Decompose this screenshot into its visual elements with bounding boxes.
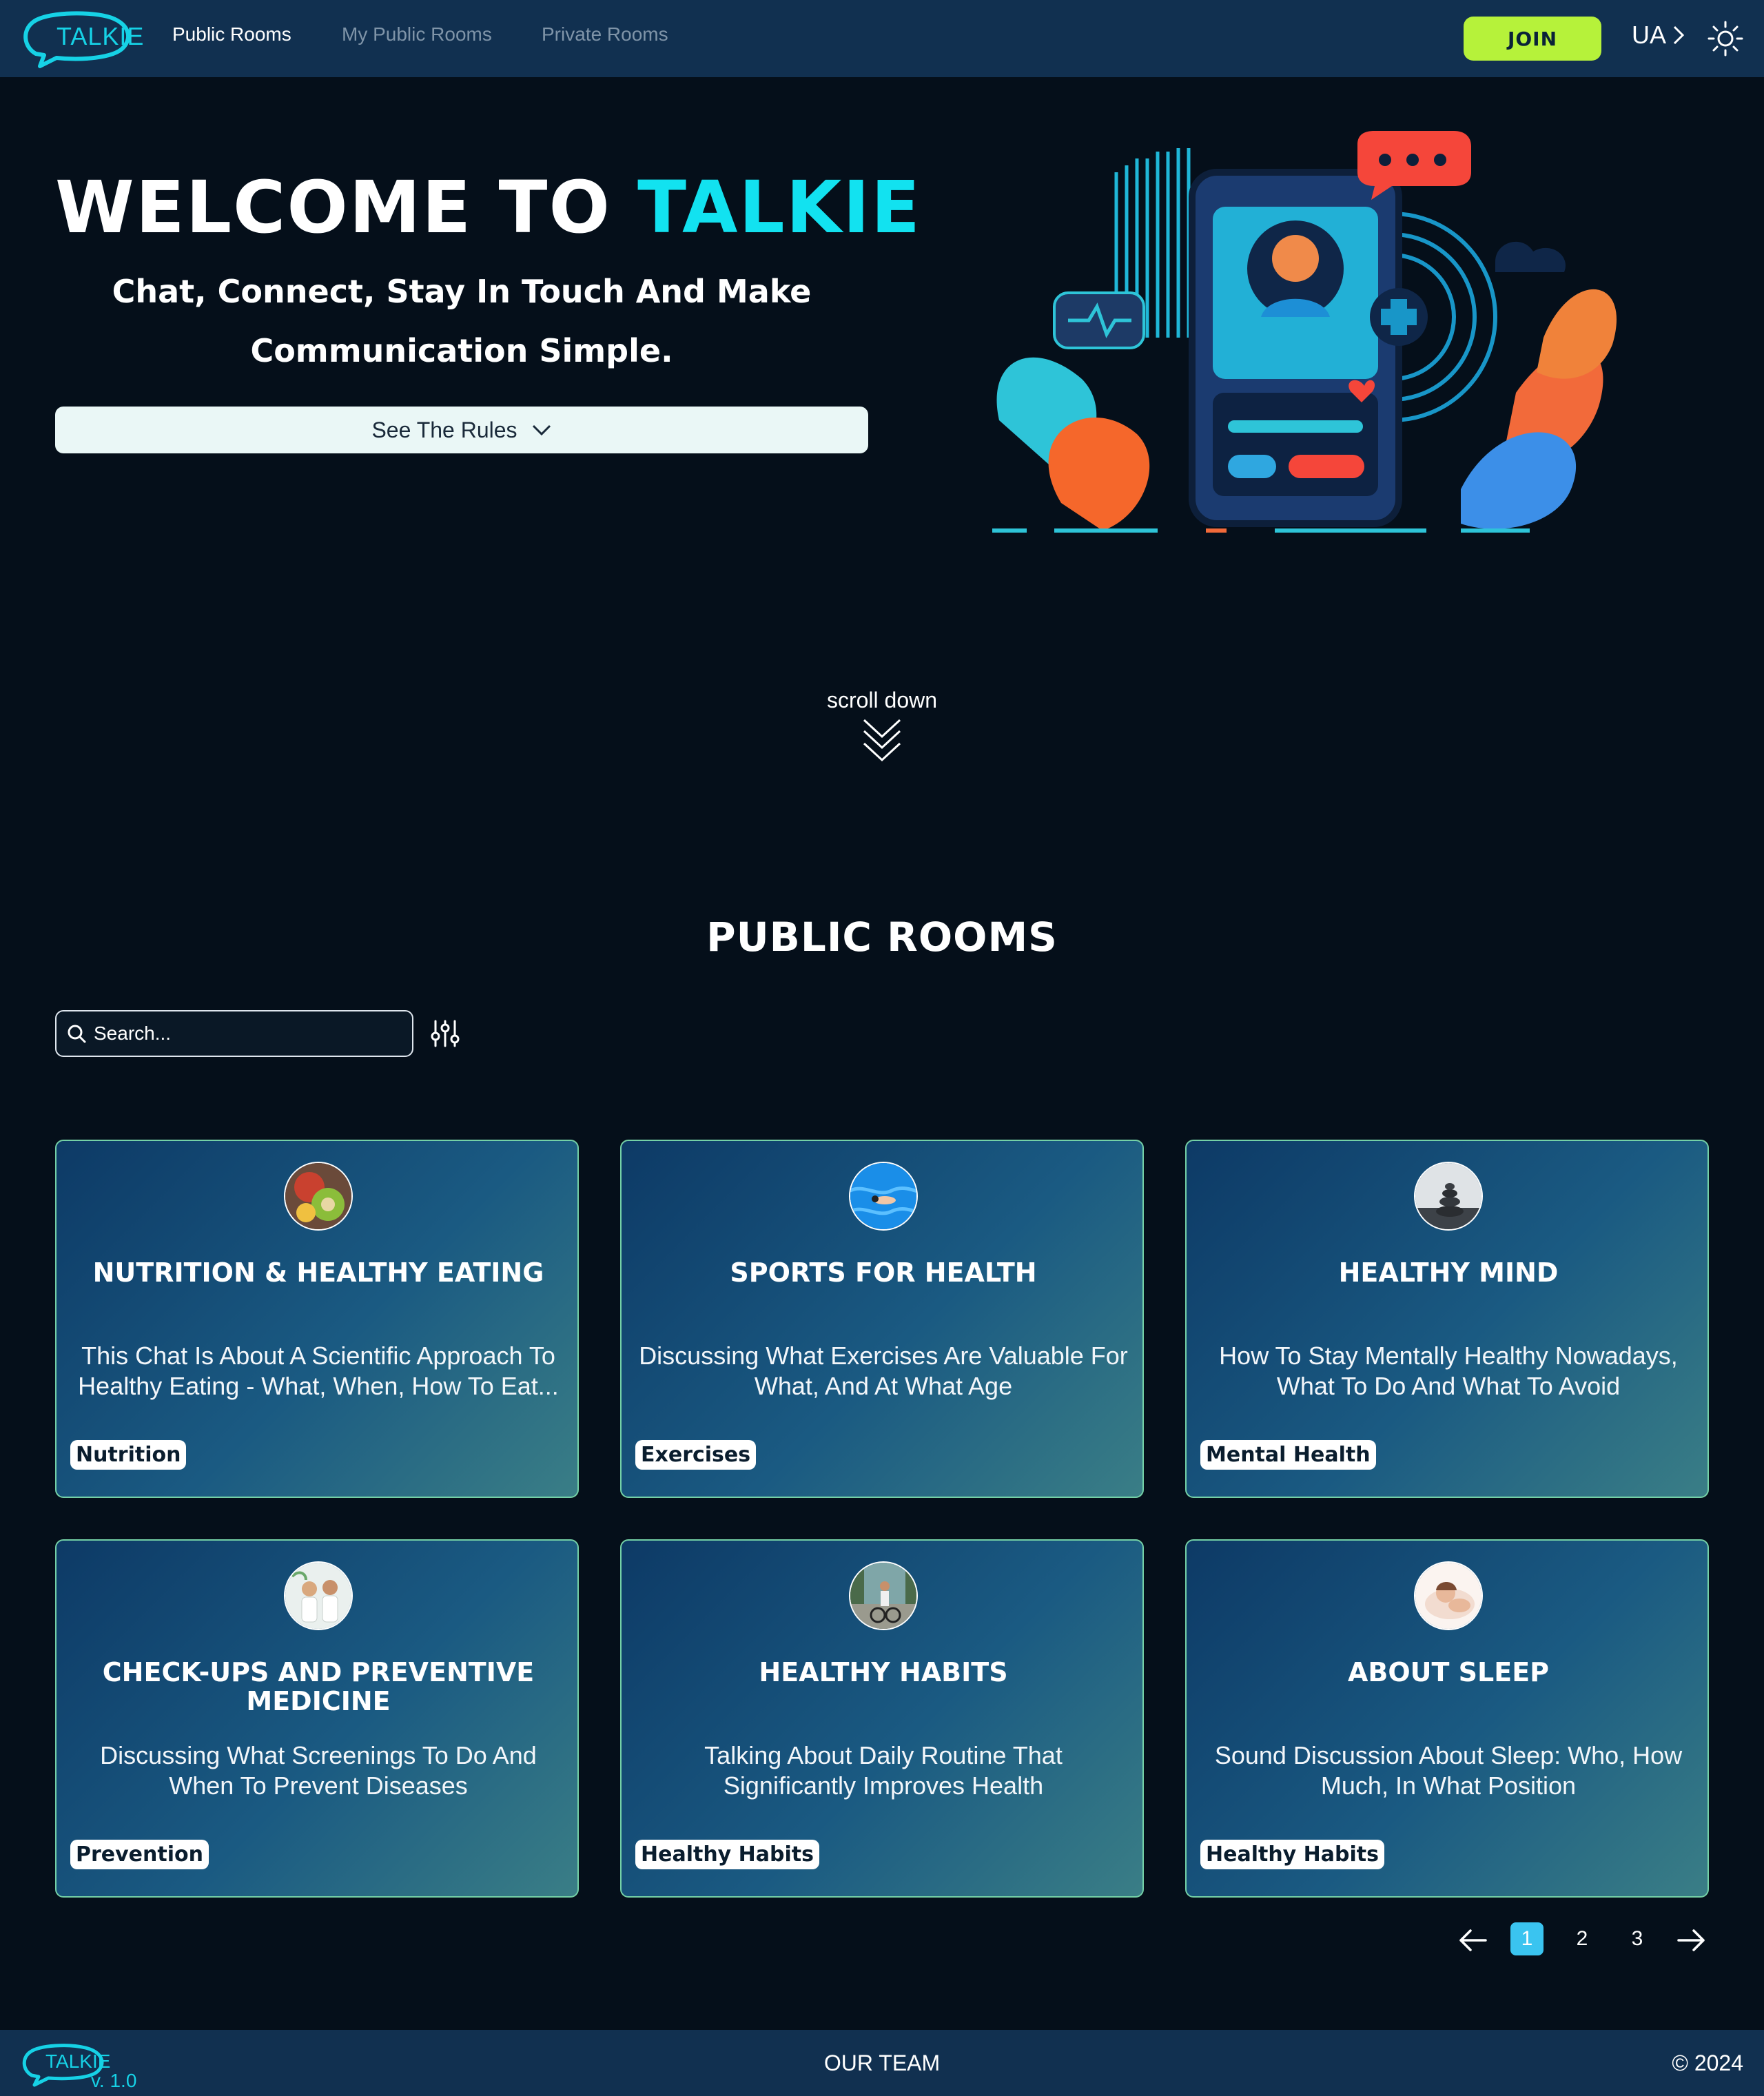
room-card-nutrition[interactable]: NUTRITION & HEALTHY EATING This Chat Is … (55, 1140, 579, 1498)
app-version: v. 1.0 (91, 2070, 137, 2091)
sun-icon[interactable] (1707, 21, 1743, 56)
room-description: Sound Discussion About Sleep: Who, How M… (1214, 1741, 1683, 1800)
room-tag[interactable]: Prevention (70, 1840, 209, 1869)
scroll-down-label: scroll down (826, 688, 938, 712)
language-label: UA (1632, 21, 1667, 49)
room-card-checkups[interactable]: CHECK-UPS AND PREVENTIVE MEDICINE Discus… (55, 1539, 579, 1898)
nav-public-rooms[interactable]: Public Rooms (172, 23, 291, 45)
chat-illustration (992, 131, 1617, 533)
see-rules-label: See The Rules (371, 417, 517, 442)
room-tag[interactable]: Mental Health (1200, 1440, 1376, 1470)
filter-sliders-icon[interactable] (430, 1018, 460, 1049)
scroll-down-hint[interactable]: scroll down (813, 688, 951, 764)
room-title: HEALTHY MIND (1338, 1257, 1559, 1288)
page-1-button[interactable]: 1 (1510, 1922, 1544, 1955)
room-card-sleep[interactable]: ABOUT SLEEP Sound Discussion About Sleep… (1185, 1539, 1709, 1898)
room-avatar-sleeping-person (1414, 1561, 1483, 1630)
room-description: Talking About Daily Routine That Signifi… (704, 1741, 1063, 1800)
room-description: Discussing What Screenings To Do And Whe… (100, 1741, 537, 1800)
arrow-left-icon[interactable] (1457, 1925, 1490, 1955)
room-title: ABOUT SLEEP (1347, 1657, 1550, 1687)
hero-title-prefix: WELCOME TO (55, 165, 611, 249)
language-switcher[interactable]: UA (1632, 21, 1685, 50)
room-avatar-cyclist (849, 1561, 918, 1630)
hero-subtitle: Chat, Connect, Stay In Touch And Make Co… (112, 273, 812, 369)
public-rooms-title: PUBLIC ROOMS (706, 914, 1058, 960)
chevron-right-icon (1673, 25, 1685, 45)
room-title: CHECK-UPS AND PREVENTIVE MEDICINE (102, 1657, 535, 1716)
hero-title: WELCOME TO TALKIE (55, 165, 920, 249)
room-card-healthy-mind[interactable]: HEALTHY MIND How To Stay Mentally Health… (1185, 1140, 1709, 1498)
room-title: SPORTS FOR HEALTH (730, 1257, 1037, 1288)
page-3-button[interactable]: 3 (1621, 1922, 1654, 1955)
search-icon (68, 1025, 86, 1043)
room-tag[interactable]: Healthy Habits (635, 1840, 819, 1869)
footer-logo[interactable]: TALKIE v. 1.0 (19, 2040, 143, 2095)
footer: TALKIE v. 1.0 OUR TEAM © 2024 (0, 2030, 1764, 2096)
room-description: How To Stay Mentally Healthy Nowadays, W… (1219, 1342, 1678, 1400)
arrow-right-icon[interactable] (1674, 1925, 1707, 1955)
room-card-sports[interactable]: SPORTS FOR HEALTH Discussing What Exerci… (620, 1140, 1144, 1498)
top-navbar: TALKIE Public Rooms My Public Rooms Priv… (0, 0, 1764, 77)
room-tag[interactable]: Exercises (635, 1440, 757, 1470)
room-avatar-stones (1414, 1162, 1483, 1231)
room-avatar-doctors (284, 1561, 353, 1630)
room-description: This Chat Is About A Scientific Approach… (78, 1342, 559, 1400)
logo-text: TALKIE (57, 22, 145, 50)
room-tag[interactable]: Nutrition (70, 1440, 187, 1470)
talkie-logo[interactable]: TALKIE (19, 7, 143, 70)
search-box (55, 1010, 413, 1057)
room-title: NUTRITION & HEALTHY EATING (92, 1257, 544, 1288)
room-title: HEALTHY HABITS (759, 1657, 1008, 1687)
copyright: © 2024 (1672, 2051, 1743, 2075)
double-chevron-down-icon (863, 719, 901, 762)
pagination: 1 2 3 (1447, 1922, 1709, 1958)
join-button[interactable]: JOIN (1464, 17, 1601, 61)
room-avatar-swimmer (849, 1162, 918, 1231)
our-team-link[interactable]: OUR TEAM (813, 2051, 951, 2076)
room-card-healthy-habits[interactable]: HEALTHY HABITS Talking About Daily Routi… (620, 1539, 1144, 1898)
room-tag[interactable]: Healthy Habits (1200, 1840, 1384, 1869)
chevron-down-icon (532, 424, 551, 436)
see-rules-button[interactable]: See The Rules (55, 407, 868, 453)
search-input[interactable] (94, 1023, 397, 1045)
hero-title-brand: TALKIE (637, 165, 922, 249)
nav-my-public-rooms[interactable]: My Public Rooms (342, 23, 492, 45)
page-2-button[interactable]: 2 (1566, 1922, 1599, 1955)
room-avatar-food-bowl (284, 1162, 353, 1231)
nav-private-rooms[interactable]: Private Rooms (542, 23, 668, 45)
room-description: Discussing What Exercises Are Valuable F… (639, 1342, 1128, 1400)
